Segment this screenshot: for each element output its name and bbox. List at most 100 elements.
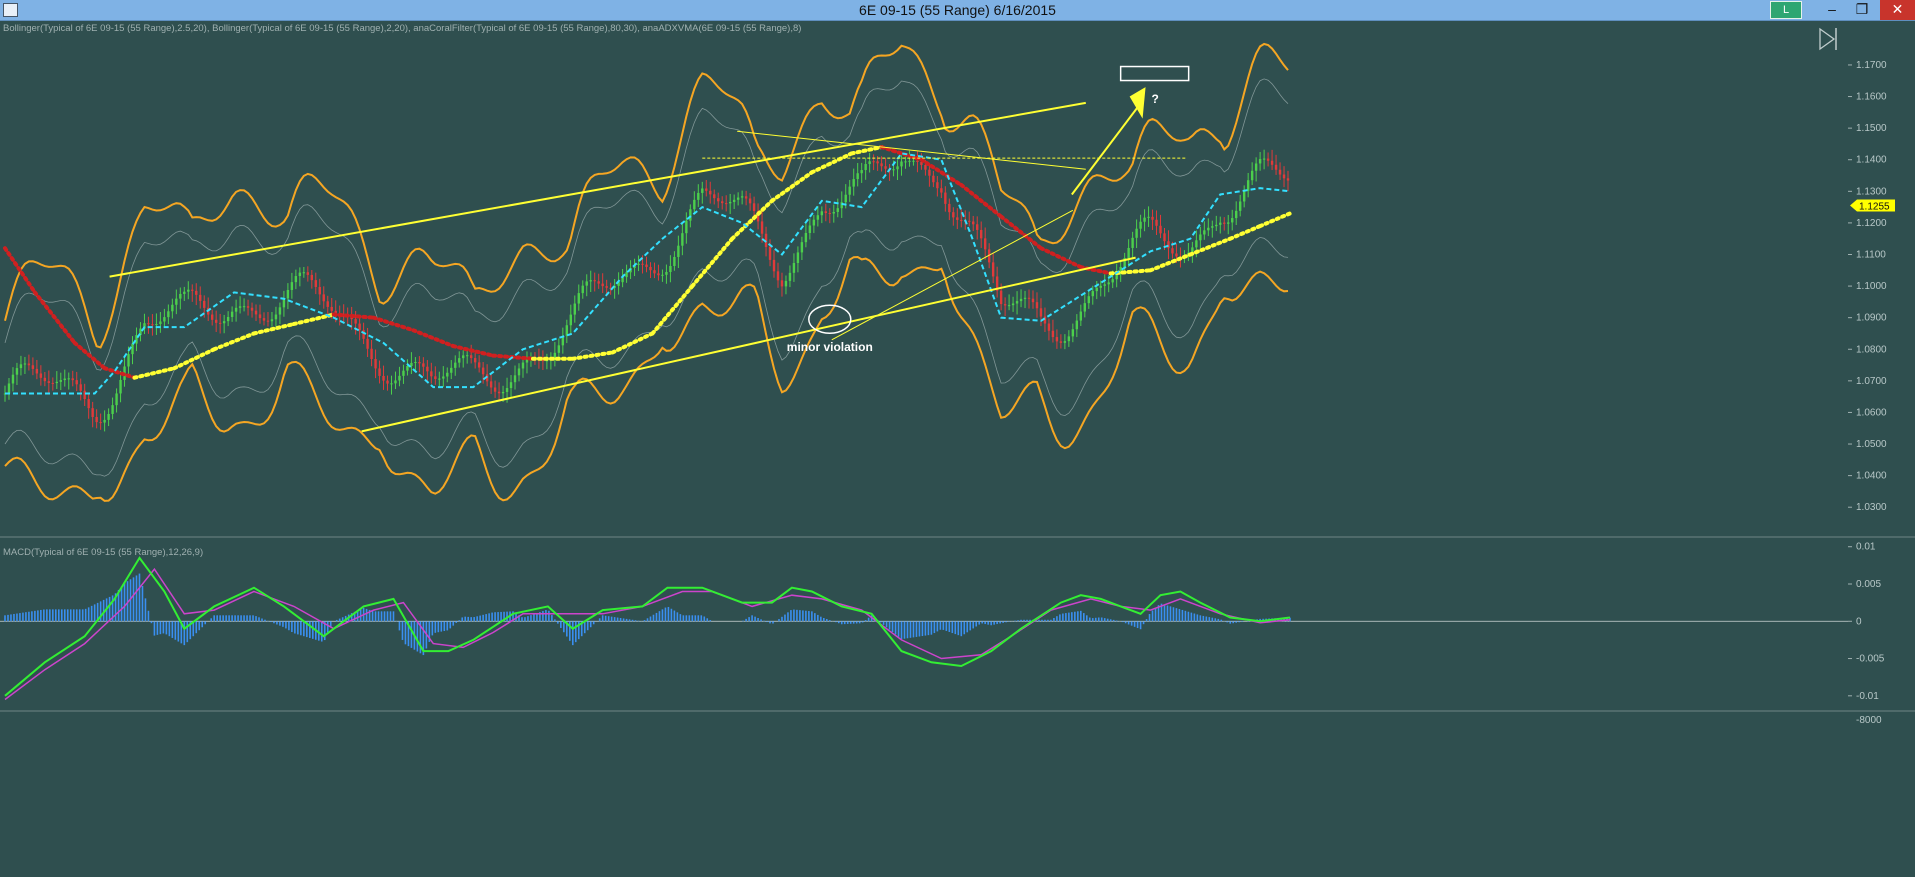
candle-body [916, 160, 919, 163]
candle-body [1227, 222, 1230, 224]
candle-body [19, 364, 23, 369]
candle-body [199, 294, 202, 301]
candle-body [736, 197, 740, 200]
candle-body [1147, 216, 1150, 218]
candle-body [948, 203, 951, 213]
candle-body [1231, 218, 1234, 223]
candle-body [286, 289, 290, 299]
candle-body [1031, 298, 1035, 303]
window-title: 6E 09-15 (55 Range) 6/16/2015 [859, 2, 1056, 18]
candle-body [912, 160, 915, 162]
candle-body [1039, 308, 1043, 317]
candle-body [900, 161, 903, 167]
candle-body [968, 220, 971, 222]
last-price-label: 1.1255 [1859, 202, 1890, 213]
macd-tick-label: 0 [1856, 616, 1862, 627]
candle-body [127, 354, 130, 367]
candle-body [79, 384, 82, 391]
chart-area[interactable]: Bollinger(Typical of 6E 09-15 (55 Range)… [0, 21, 1915, 877]
candle-body [262, 318, 266, 321]
candle-body [473, 358, 477, 363]
candle-body [414, 362, 417, 364]
candle-body [1003, 304, 1007, 306]
restore-icon[interactable]: ❐ [1847, 0, 1877, 20]
candle-body [1250, 170, 1254, 181]
candle-body [167, 311, 170, 318]
candle-body [462, 355, 465, 359]
candle-body [314, 280, 317, 287]
candle-body [864, 164, 867, 171]
candle-body [1071, 329, 1075, 337]
candle-body [828, 213, 831, 215]
price-tick-label: 1.0700 [1856, 376, 1887, 387]
candle-body [187, 289, 190, 292]
candle-body [593, 280, 596, 282]
candle-body [884, 166, 887, 169]
candle-body [226, 316, 230, 322]
candle-body [497, 391, 501, 394]
candle-body [1238, 201, 1242, 211]
candle-body [677, 245, 680, 257]
candle-body [940, 188, 943, 193]
candle-body [956, 217, 959, 220]
candle-body [67, 378, 70, 380]
minimize-icon[interactable]: – [1817, 0, 1847, 20]
candle-body [406, 366, 409, 371]
candle-body [952, 212, 955, 218]
candle-body [932, 175, 935, 183]
candle-body [784, 280, 788, 287]
candle-body [1159, 225, 1162, 234]
candle-body [752, 203, 756, 212]
candle-body [354, 319, 357, 324]
candle-body [697, 192, 700, 200]
candle-body [47, 381, 51, 383]
minor-violation-label: minor violation [787, 340, 873, 354]
candle-body [111, 405, 114, 414]
price-indicator-label: Bollinger(Typical of 6E 09-15 (55 Range)… [3, 23, 801, 34]
candle-body [1015, 301, 1019, 304]
candle-body [1278, 169, 1282, 175]
candle-body [410, 362, 413, 367]
candle-body [15, 368, 19, 375]
candle-body [1282, 174, 1286, 179]
candle-body [1215, 224, 1218, 227]
candle-body [1223, 222, 1226, 224]
candle-body [31, 365, 35, 369]
candle-body [625, 272, 628, 278]
candle-body [382, 375, 385, 381]
candle-body [832, 211, 835, 214]
candle-body [1175, 253, 1178, 257]
candle-body [705, 188, 708, 191]
candle-body [418, 362, 421, 364]
candle-body [326, 301, 329, 307]
candle-body [63, 378, 66, 381]
candle-body [1059, 341, 1063, 343]
candle-body [880, 163, 883, 167]
candle-body [302, 272, 306, 274]
candle-body [481, 367, 485, 375]
candle-body [816, 215, 820, 220]
candle-body [681, 233, 684, 246]
candle-body [804, 232, 808, 243]
link-badge[interactable]: L [1770, 1, 1802, 19]
candle-body [1211, 226, 1214, 228]
candle-body [35, 368, 39, 374]
candle-body [91, 408, 94, 417]
candle-body [1171, 248, 1174, 254]
price-tick-label: 1.0400 [1856, 471, 1887, 482]
candle-body [521, 362, 525, 369]
candle-body [318, 286, 321, 295]
candle-body [1095, 287, 1098, 292]
candle-body [306, 272, 310, 275]
candle-body [872, 161, 875, 163]
candle-body [780, 280, 784, 287]
candle-body [892, 169, 895, 171]
candle-body [585, 281, 588, 286]
price-tick-label: 1.0800 [1856, 344, 1887, 355]
candle-body [976, 224, 979, 230]
close-icon[interactable]: ✕ [1880, 0, 1915, 20]
candle-body [597, 281, 600, 284]
candle-body [999, 290, 1003, 305]
candle-body [509, 382, 513, 389]
question-mark-annotation: ? [1152, 92, 1159, 106]
